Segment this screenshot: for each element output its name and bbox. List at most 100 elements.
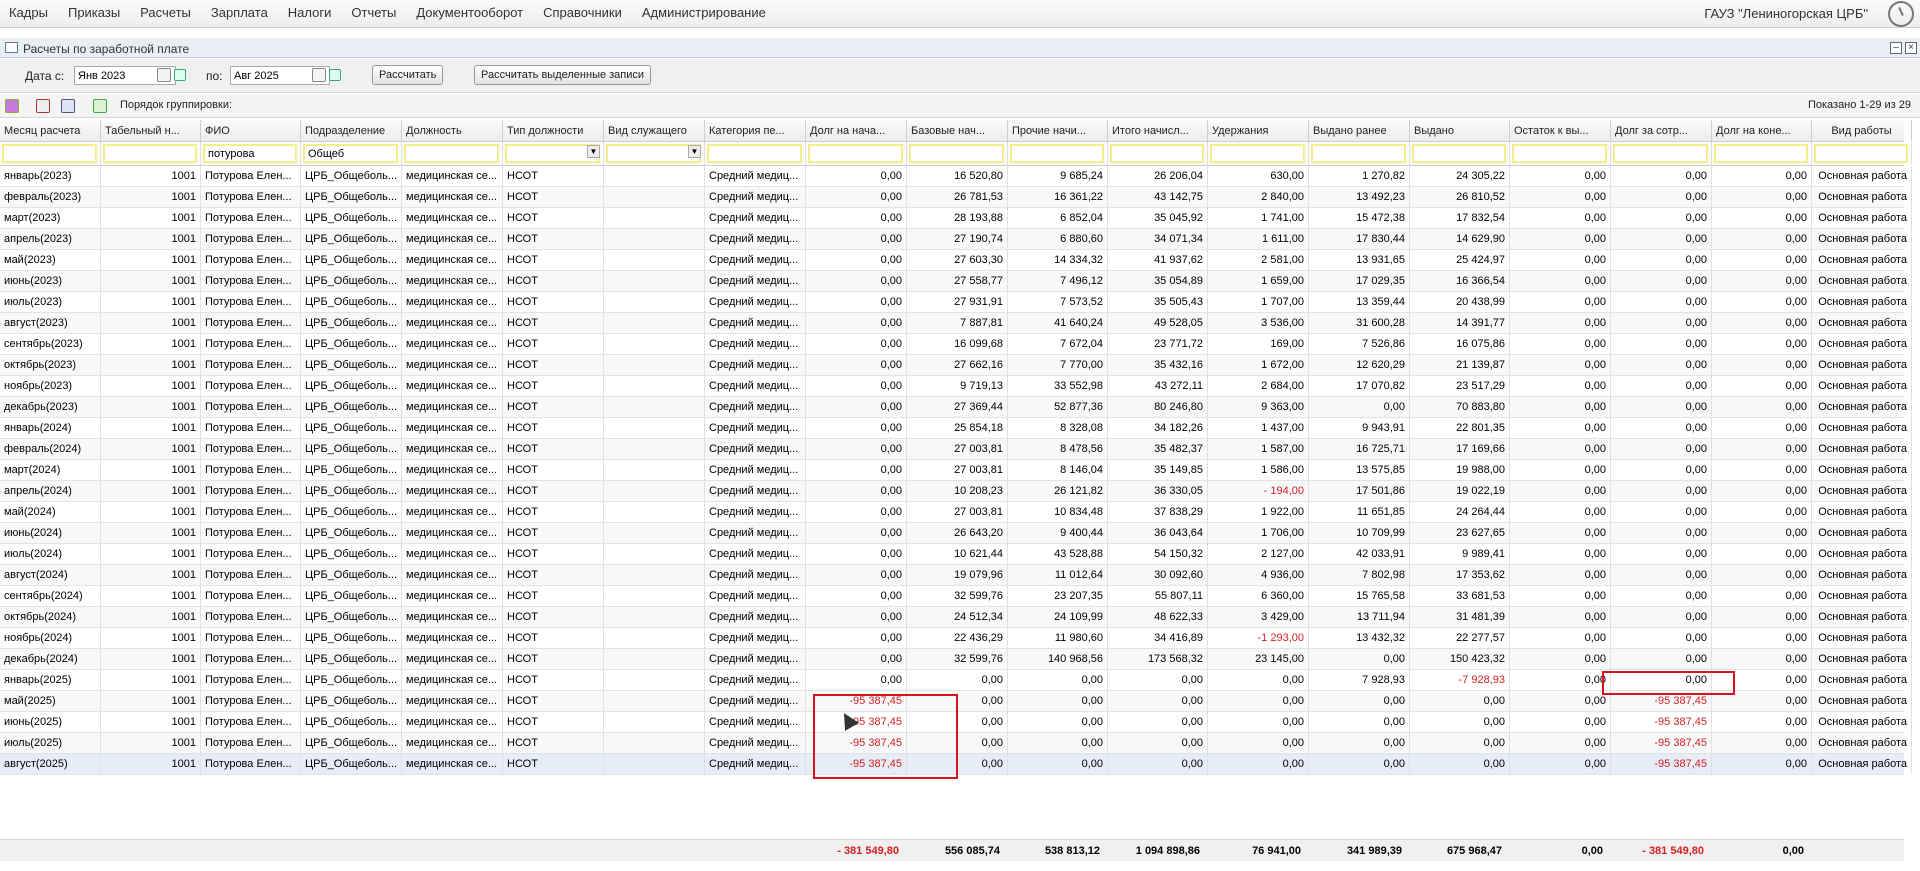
column-header[interactable]: Категория пе... — [705, 120, 806, 141]
column-header[interactable]: Месяц расчета — [0, 120, 101, 141]
menu-item[interactable]: Зарплата — [211, 5, 268, 20]
menu-item[interactable]: Кадры — [9, 5, 48, 20]
column-filter-input[interactable] — [1110, 144, 1204, 163]
column-header[interactable]: Вид работы — [1812, 120, 1912, 141]
column-header[interactable]: Подразделение — [301, 120, 402, 141]
table-row[interactable]: октябрь(2024) 1001 Потурова Елен... ЦРБ_Общ… — [0, 607, 1912, 628]
table-row[interactable]: апрель(2023) 1001 Потурова Елен... ЦРБ_Обще… — [0, 229, 1912, 250]
table-cell: 7 887,81 — [907, 313, 1008, 333]
column-header[interactable]: Табельный н... — [101, 120, 201, 141]
column-filter-input[interactable] — [909, 144, 1004, 163]
column-header[interactable]: Остаток к вы... — [1510, 120, 1611, 141]
table-row[interactable]: май(2023) 1001 Потурова Елен... ЦРБ_Общебол… — [0, 250, 1912, 271]
column-filter-input[interactable] — [808, 144, 903, 163]
column-header[interactable]: Тип должности — [503, 120, 604, 141]
table-cell: июль(2024) — [0, 544, 101, 564]
column-filter-input[interactable]: Общеб — [303, 144, 398, 163]
column-filter-input[interactable] — [1210, 144, 1305, 163]
calendar-icon[interactable] — [312, 68, 326, 82]
refresh-icon[interactable] — [93, 99, 107, 113]
column-header[interactable]: Должность — [402, 120, 503, 141]
column-filter-input[interactable] — [1412, 144, 1506, 163]
table-cell: декабрь(2023) — [0, 397, 101, 417]
table-cell — [604, 712, 705, 732]
table-cell: Потурова Елен... — [201, 187, 301, 207]
column-filter-input[interactable] — [1613, 144, 1708, 163]
column-header[interactable]: Выдано ранее — [1309, 120, 1410, 141]
column-filter-input[interactable] — [707, 144, 802, 163]
table-cell: 1001 — [101, 397, 201, 417]
minimize-icon[interactable]: – — [1890, 42, 1902, 54]
column-filter-input[interactable] — [505, 144, 600, 163]
table-row[interactable]: ноябрь(2023) 1001 Потурова Елен... ЦРБ_Обще… — [0, 376, 1912, 397]
refresh-date-icon[interactable] — [329, 69, 341, 81]
calculate-button[interactable]: Рассчитать — [372, 65, 444, 85]
table-row[interactable]: февраль(2024) 1001 Потурова Елен... ЦРБ_Общ… — [0, 439, 1912, 460]
menu-item[interactable]: Администрирование — [642, 5, 766, 20]
actions-menu-icon[interactable] — [5, 99, 19, 113]
menu-item[interactable]: Налоги — [288, 5, 332, 20]
table-row[interactable]: сентябрь(2024) 1001 Потурова Елен... ЦРБ_Об… — [0, 586, 1912, 607]
column-filter-input[interactable] — [1814, 144, 1908, 163]
dropdown-arrow-icon[interactable]: ▼ — [587, 145, 600, 158]
table-cell: 55 807,11 — [1108, 586, 1208, 606]
table-cell: Потурова Елен... — [201, 628, 301, 648]
column-filter-input[interactable] — [2, 144, 97, 163]
table-cell: Средний медиц... — [705, 334, 806, 354]
menu-item[interactable]: Справочники — [543, 5, 622, 20]
menu-item[interactable]: Документооборот — [416, 5, 523, 20]
column-header[interactable]: Вид служащего — [604, 120, 705, 141]
clear-filter-icon[interactable] — [36, 99, 50, 113]
table-row[interactable]: июнь(2024) 1001 Потурова Елен... ЦРБ_Общебо… — [0, 523, 1912, 544]
clock-icon[interactable] — [1888, 1, 1914, 27]
table-row[interactable]: февраль(2023) 1001 Потурова Елен... ЦРБ_Общ… — [0, 187, 1912, 208]
column-filter-input[interactable] — [1311, 144, 1406, 163]
table-row[interactable]: декабрь(2024) 1001 Потурова Елен... ЦРБ_Общ… — [0, 649, 1912, 670]
column-header[interactable]: Выдано — [1410, 120, 1510, 141]
dropdown-arrow-icon[interactable]: ▼ — [688, 145, 701, 158]
table-row[interactable]: август(2024) 1001 Потурова Елен... ЦРБ_Обще… — [0, 565, 1912, 586]
column-header[interactable]: Итого начисл... — [1108, 120, 1208, 141]
table-row[interactable]: март(2023) 1001 Потурова Елен... ЦРБ_Общебо… — [0, 208, 1912, 229]
table-cell: 0,00 — [1611, 460, 1712, 480]
column-filter-input[interactable] — [1512, 144, 1607, 163]
column-header[interactable]: Базовые нач... — [907, 120, 1008, 141]
menu-item[interactable]: Приказы — [68, 5, 120, 20]
table-cell: 0,00 — [1611, 376, 1712, 396]
column-header[interactable]: ФИО — [201, 120, 301, 141]
table-row[interactable]: август(2023) 1001 Потурова Елен... ЦРБ_Обще… — [0, 313, 1912, 334]
table-row[interactable]: январь(2023) 1001 Потурова Елен... ЦРБ_Обще… — [0, 166, 1912, 187]
column-filter-input[interactable] — [404, 144, 499, 163]
column-header[interactable]: Удержания — [1208, 120, 1309, 141]
column-header[interactable]: Долг на нача... — [806, 120, 907, 141]
refresh-date-icon[interactable] — [174, 69, 186, 81]
table-row[interactable]: октябрь(2023) 1001 Потурова Елен... ЦРБ_Общ… — [0, 355, 1912, 376]
column-filter-input[interactable]: потурова — [203, 144, 297, 163]
table-row[interactable]: март(2024) 1001 Потурова Елен... ЦРБ_Общебо… — [0, 460, 1912, 481]
table-row[interactable]: июнь(2023) 1001 Потурова Елен... ЦРБ_Общебо… — [0, 271, 1912, 292]
table-cell: 0,00 — [1611, 523, 1712, 543]
table-cell: 0,00 — [1309, 691, 1410, 711]
menu-item[interactable]: Отчеты — [351, 5, 396, 20]
table-row[interactable]: сентябрь(2023) 1001 Потурова Елен... ЦРБ_Об… — [0, 334, 1912, 355]
menu-item[interactable]: Расчеты — [140, 5, 191, 20]
table-cell: Потурова Елен... — [201, 166, 301, 186]
column-header[interactable]: Долг на коне... — [1712, 120, 1812, 141]
columns-menu-icon[interactable] — [61, 99, 75, 113]
close-icon[interactable]: × — [1905, 42, 1917, 54]
table-row[interactable]: май(2024) 1001 Потурова Елен... ЦРБ_Общебол… — [0, 502, 1912, 523]
table-row[interactable]: апрель(2024) 1001 Потурова Елен... ЦРБ_Обще… — [0, 481, 1912, 502]
column-filter-input[interactable] — [606, 144, 701, 163]
column-filter-input[interactable] — [103, 144, 197, 163]
calendar-icon[interactable] — [157, 68, 171, 82]
column-filter-input[interactable] — [1010, 144, 1104, 163]
table-row[interactable]: ноябрь(2024) 1001 Потурова Елен... ЦРБ_Обще… — [0, 628, 1912, 649]
table-row[interactable]: июль(2024) 1001 Потурова Елен... ЦРБ_Общебо… — [0, 544, 1912, 565]
table-row[interactable]: декабрь(2023) 1001 Потурова Елен... ЦРБ_Общ… — [0, 397, 1912, 418]
column-header[interactable]: Прочие начи... — [1008, 120, 1108, 141]
table-row[interactable]: январь(2024) 1001 Потурова Елен... ЦРБ_Обще… — [0, 418, 1912, 439]
calculate-selected-button[interactable]: Рассчитать выделенные записи — [474, 65, 652, 85]
column-header[interactable]: Долг за сотр... — [1611, 120, 1712, 141]
table-row[interactable]: июль(2023) 1001 Потурова Елен... ЦРБ_Общебо… — [0, 292, 1912, 313]
column-filter-input[interactable] — [1714, 144, 1808, 163]
